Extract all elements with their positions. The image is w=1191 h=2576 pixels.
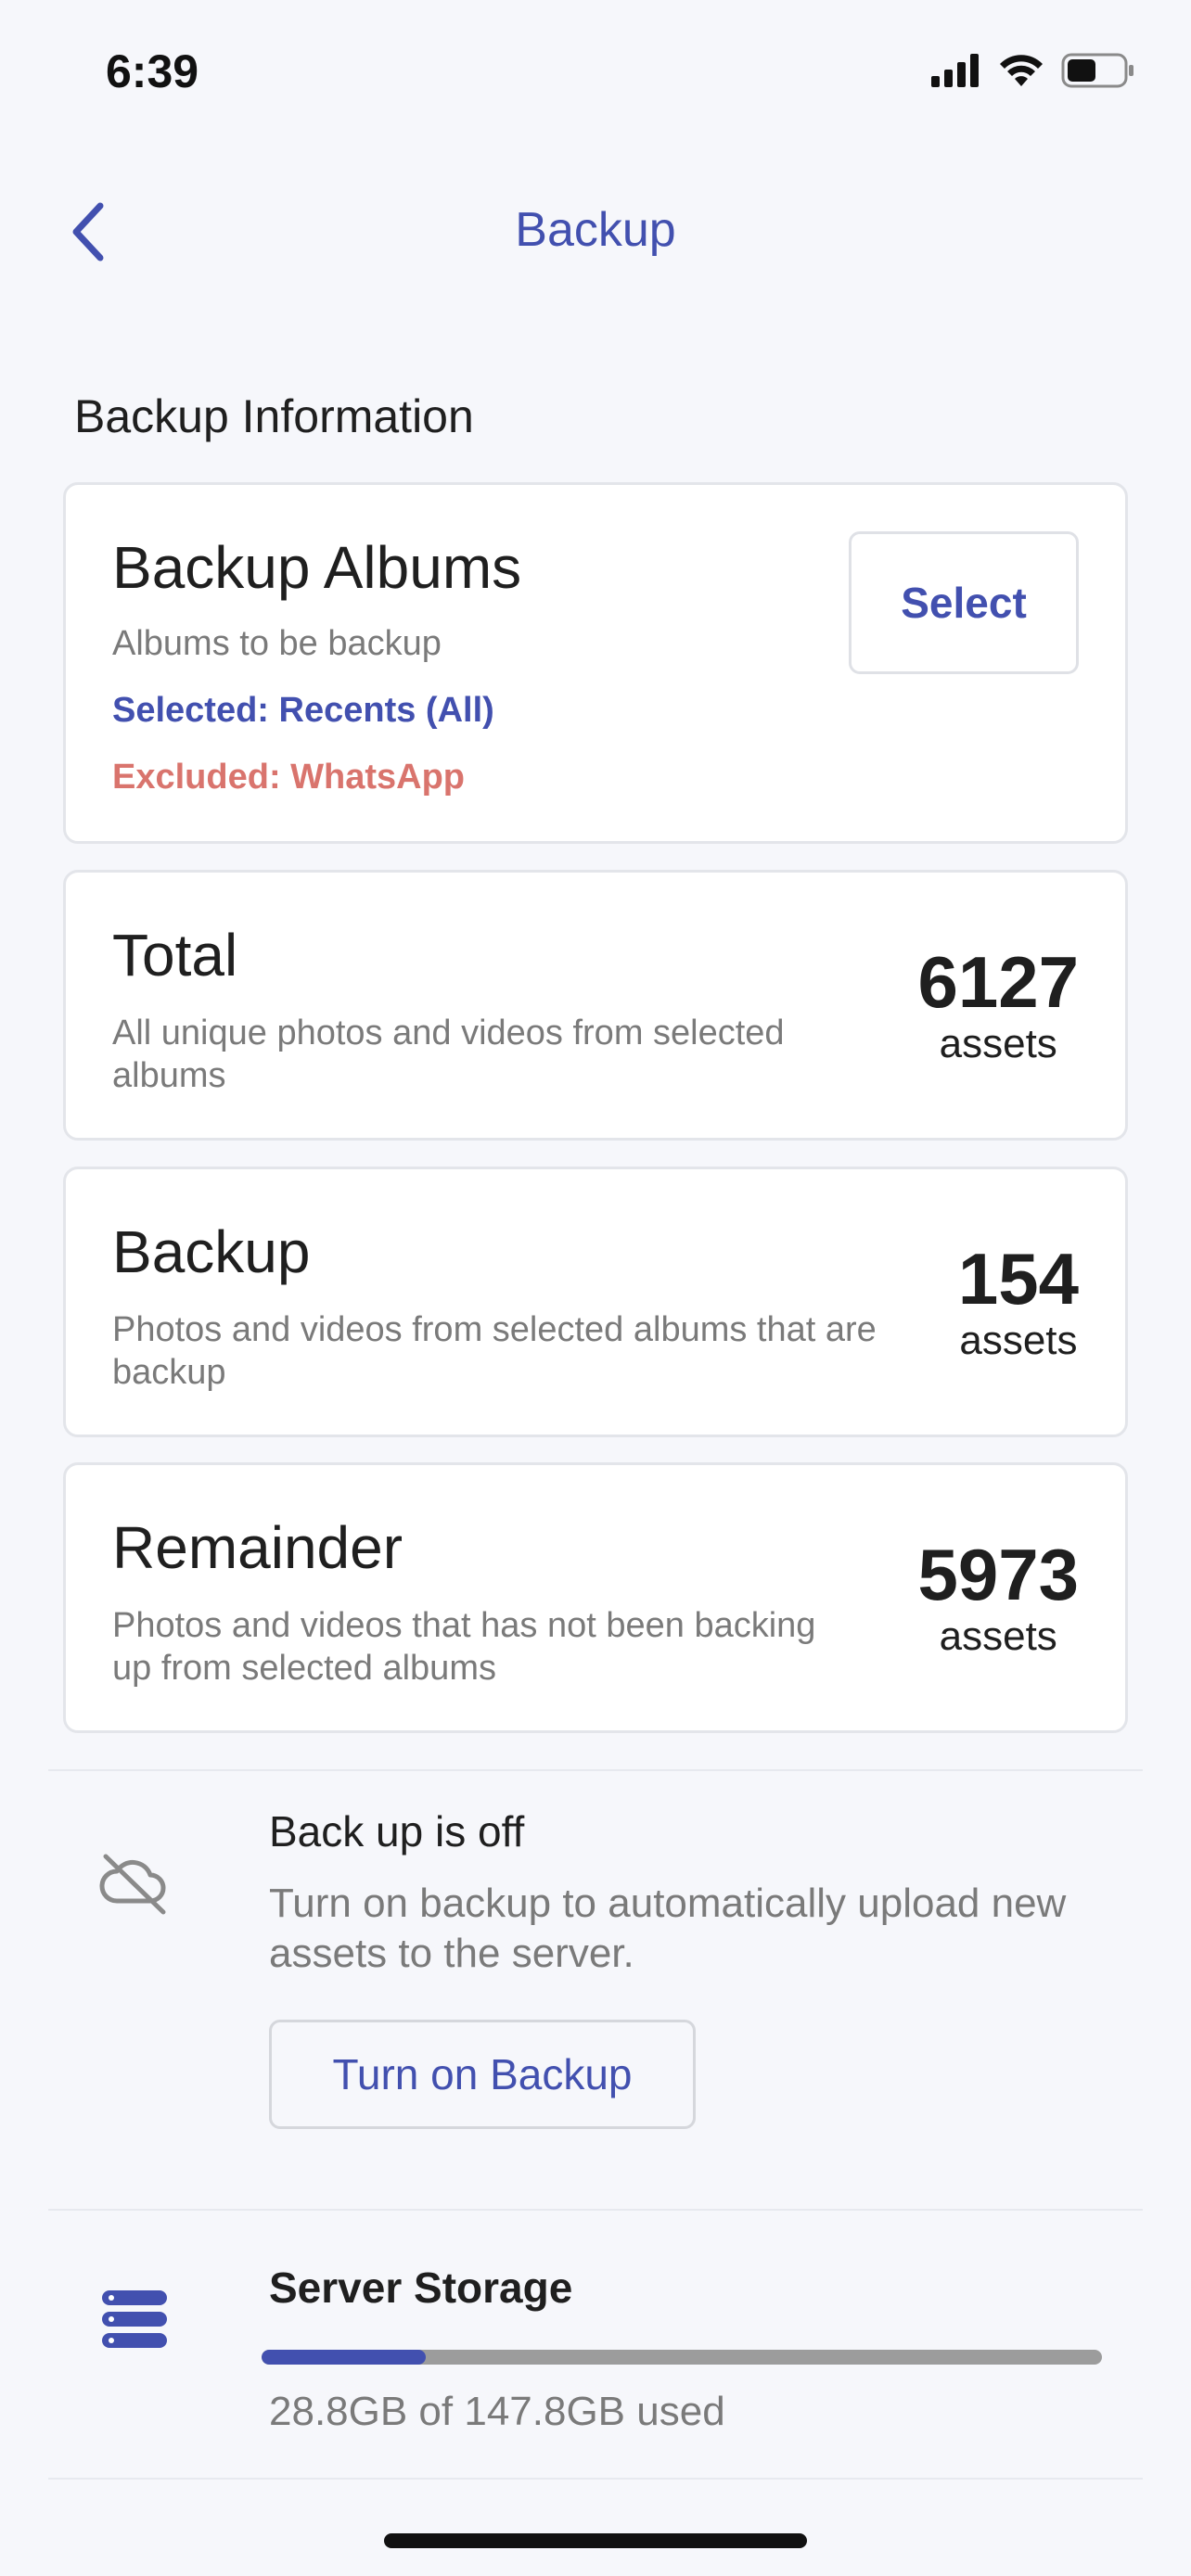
turn-on-backup-button[interactable]: Turn on Backup [269, 2020, 696, 2129]
backup-title: Backup [112, 1218, 311, 1285]
backup-unit: assets [959, 1318, 1078, 1363]
total-count: 6127 [917, 941, 1079, 1023]
total-card: Total All unique photos and videos from … [63, 870, 1128, 1141]
backup-off-title: Back up is off [269, 1807, 525, 1855]
backup-card: Backup Photos and videos from selected a… [63, 1167, 1128, 1437]
excluded-albums: Excluded: WhatsApp [112, 758, 466, 797]
backup-off-description: Turn on backup to automatically upload n… [269, 1881, 1067, 1976]
backup-albums-title: Backup Albums [112, 534, 522, 601]
remainder-description: Photos and videos that has not been back… [112, 1606, 816, 1688]
remainder-count-box: 5973 assets [917, 1536, 1079, 1660]
divider [48, 2478, 1143, 2480]
storage-usage-text: 28.8GB of 147.8GB used [269, 2389, 725, 2434]
battery-icon [1061, 53, 1133, 88]
status-icons [931, 52, 1135, 89]
page-title: Backup [515, 203, 676, 257]
status-time: 6:39 [106, 45, 199, 97]
selected-albums: Selected: Recents (All) [112, 691, 494, 730]
total-title: Total [112, 922, 238, 988]
total-count-box: 6127 assets [917, 943, 1079, 1067]
total-unit: assets [939, 1021, 1057, 1066]
remainder-count: 5973 [917, 1534, 1079, 1615]
total-description: All unique photos and videos from select… [112, 1014, 785, 1095]
divider [48, 2209, 1143, 2211]
storage-progress-fill [262, 2350, 426, 2365]
cellular-signal-icon [931, 54, 979, 87]
remainder-title: Remainder [112, 1514, 403, 1581]
section-title: Backup Information [74, 390, 474, 442]
header: Backup [0, 176, 1191, 287]
wifi-icon [1000, 55, 1043, 86]
server-icon [102, 2290, 167, 2348]
backup-albums-card: Backup Albums Albums to be backup Select… [63, 482, 1128, 844]
backup-count: 154 [957, 1238, 1079, 1320]
divider [48, 1769, 1143, 1771]
home-indicator [384, 2533, 807, 2548]
backup-description: Photos and videos from selected albums t… [112, 1310, 877, 1392]
server-storage-title: Server Storage [269, 2264, 573, 2312]
status-bar: 6:39 [0, 0, 1191, 148]
backup-albums-subtitle: Albums to be backup [112, 624, 442, 663]
remainder-card: Remainder Photos and videos that has not… [63, 1462, 1128, 1733]
select-albums-button[interactable]: Select [849, 531, 1079, 674]
cloud-off-icon [99, 1854, 166, 1915]
backup-count-box: 154 assets [958, 1240, 1079, 1364]
remainder-unit: assets [939, 1613, 1057, 1659]
storage-progress-bar [262, 2350, 1102, 2365]
